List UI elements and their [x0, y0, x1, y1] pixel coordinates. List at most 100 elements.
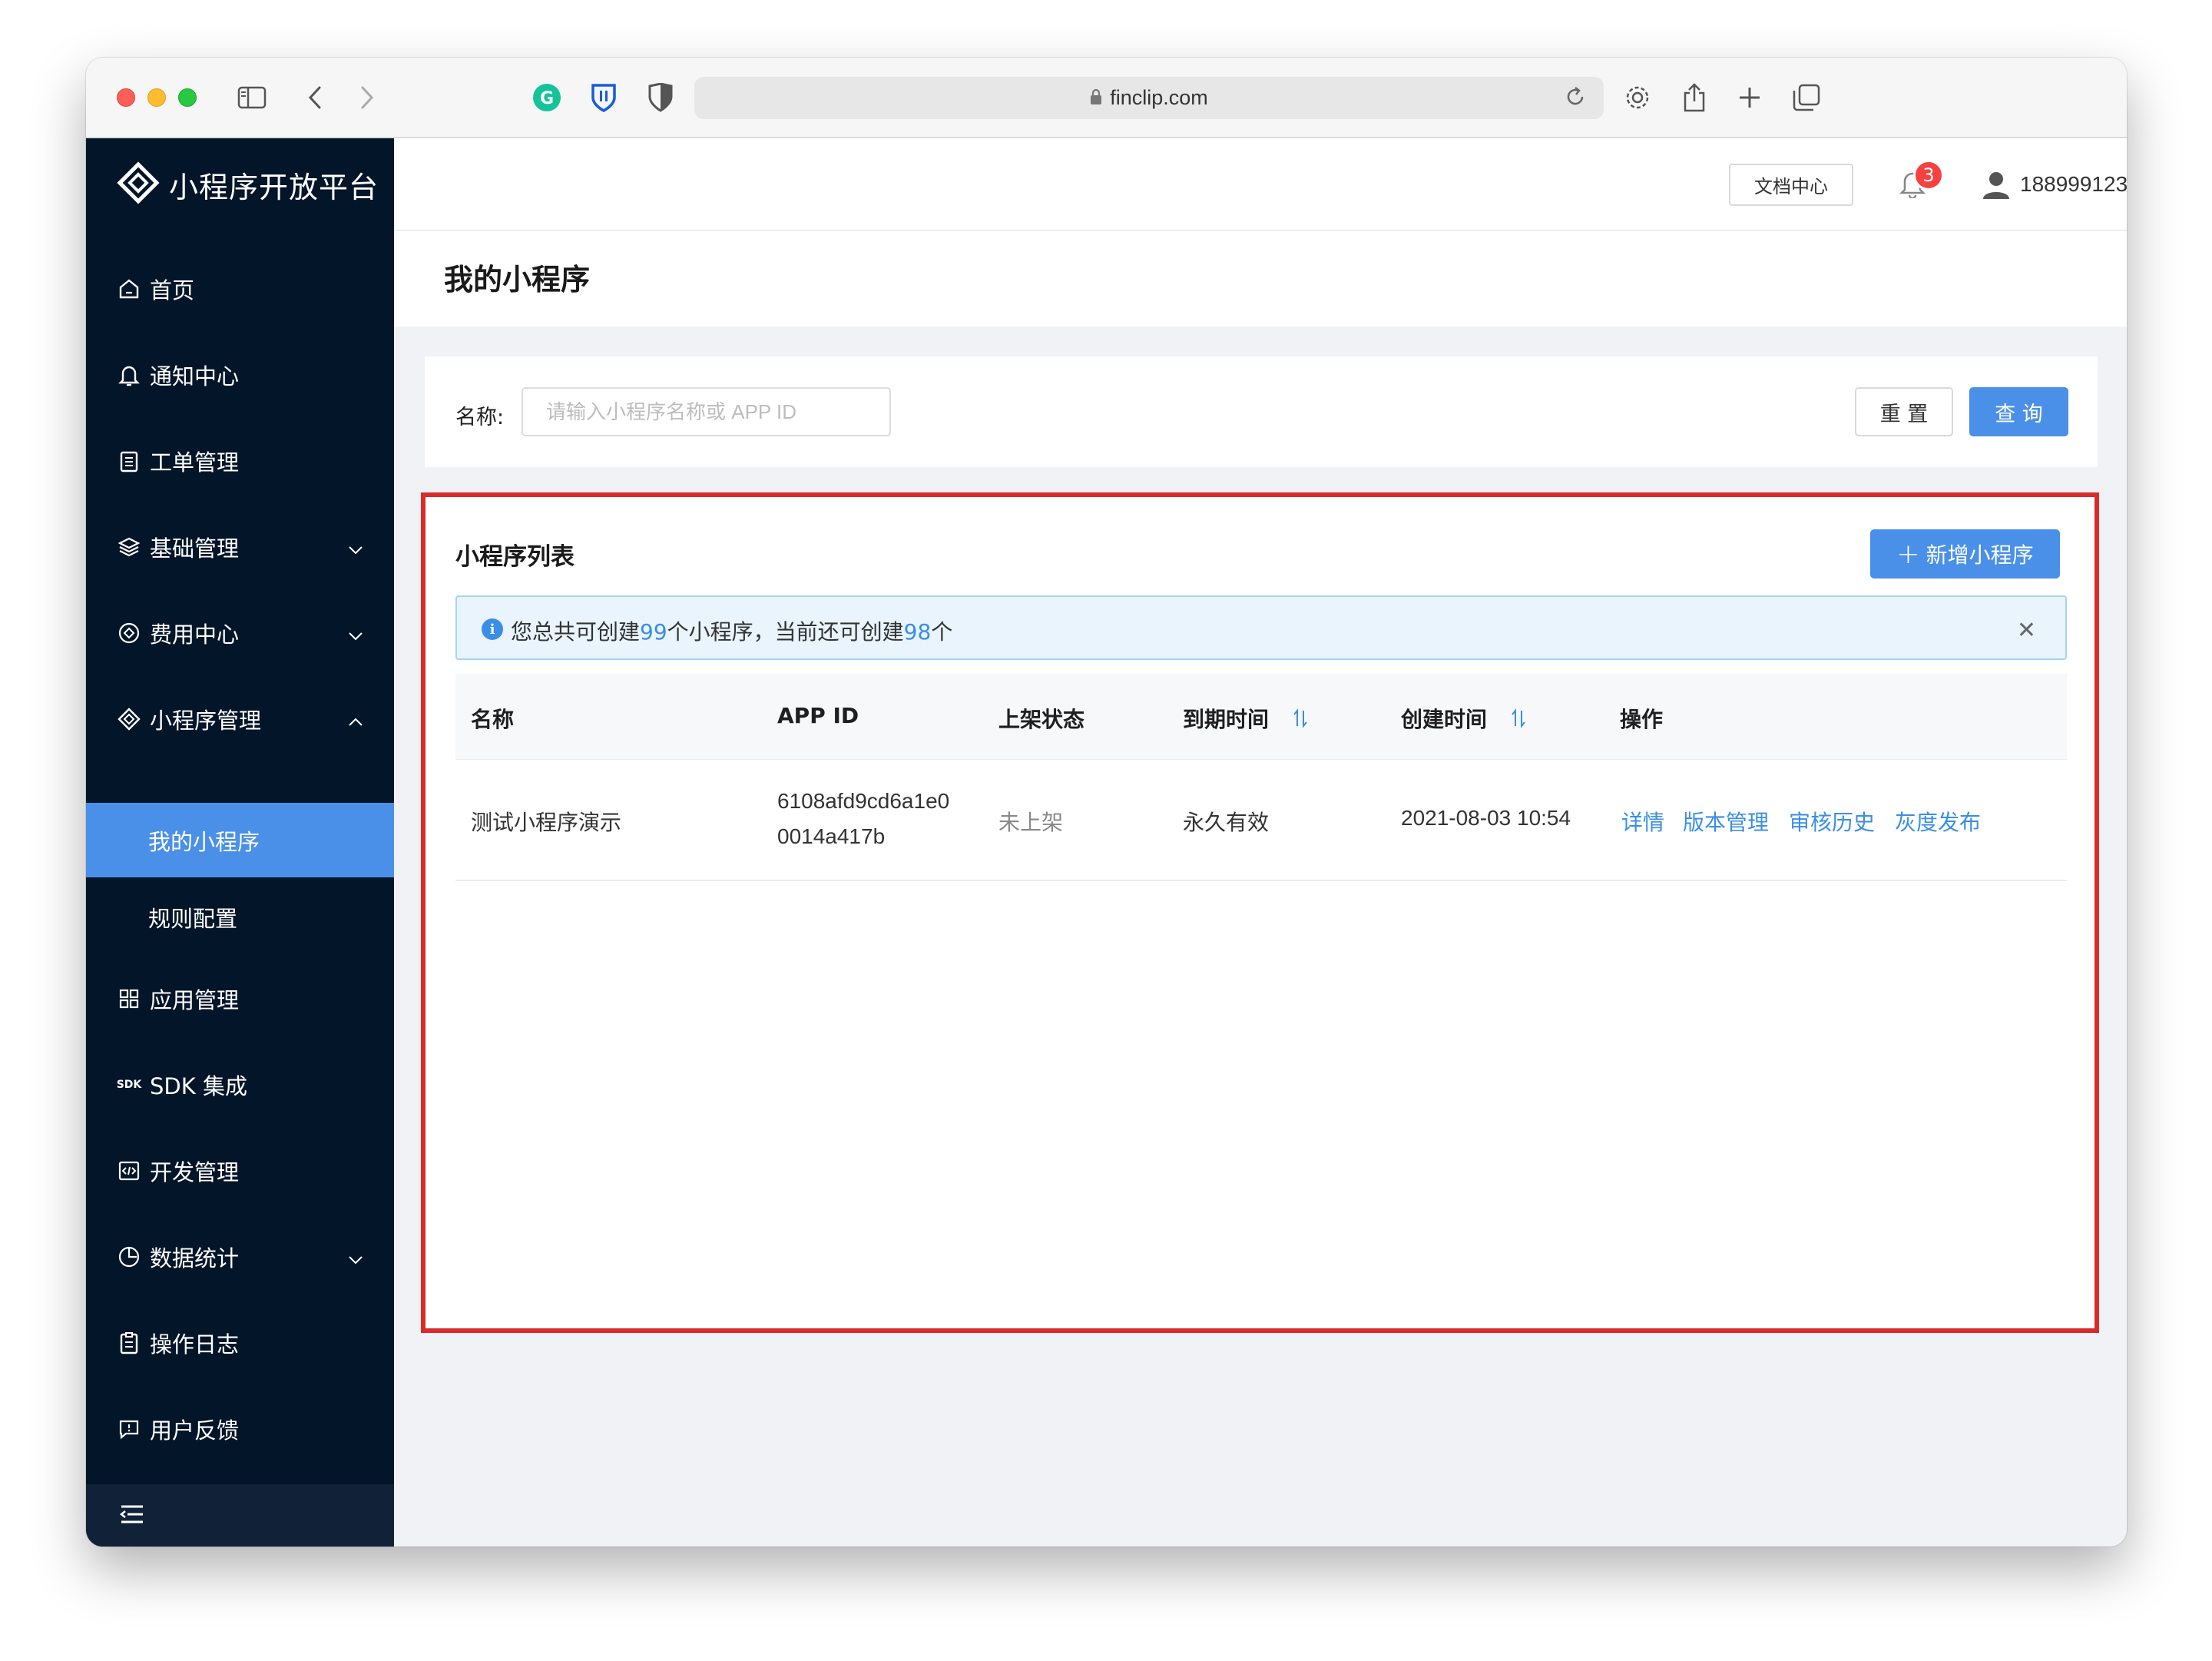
cell-app-id-line2: 0014a417b	[777, 824, 886, 848]
sidebar-item-notifications[interactable]: 通知中心	[86, 338, 394, 412]
sidebar-item-label: 小程序管理	[150, 708, 262, 734]
diamond-icon	[117, 707, 141, 731]
search-input[interactable]	[522, 387, 891, 436]
bitwarden-extension-icon[interactable]	[587, 81, 621, 114]
bell-icon	[117, 363, 141, 387]
user-phone-number[interactable]: 18899912345	[2020, 172, 2127, 197]
sort-icon[interactable]	[1292, 708, 1309, 734]
sidebar-item-label: 工单管理	[150, 449, 240, 476]
sidebar-item-label: 操作日志	[150, 1331, 240, 1358]
column-header-status: 上架状态	[998, 707, 1085, 732]
code-icon	[117, 1159, 141, 1183]
sort-icon[interactable]	[1510, 708, 1527, 734]
sidebar-item-label: 费用中心	[150, 622, 240, 648]
sidebar-item-label: 用户反馈	[150, 1417, 240, 1444]
sidebar-item-dev-management[interactable]: 开发管理	[86, 1134, 394, 1208]
quota-alert-text: 您总共可创建99个小程序，当前还可创建98个	[511, 615, 952, 646]
search-card: 名称: 重 置 查 询	[425, 356, 2098, 467]
sidebar-item-tickets[interactable]: 工单管理	[86, 424, 394, 498]
review-history-link[interactable]: 审核历史	[1789, 806, 1875, 837]
doc-center-button[interactable]: 文档中心	[1729, 164, 1853, 206]
table-header: 名称 APP ID 上架状态 到期时间 创建时间 操作	[455, 674, 2067, 760]
menu-collapse-icon[interactable]	[119, 1504, 144, 1528]
version-management-link[interactable]: 版本管理	[1683, 806, 1769, 837]
url-bar[interactable]: finclip.com	[694, 77, 1604, 119]
alert-remaining-count: 98	[903, 619, 932, 645]
add-miniprogram-button[interactable]: + 新增小程序	[1870, 529, 2060, 579]
logo-diamond-icon	[117, 161, 160, 207]
lock-icon	[1090, 88, 1102, 108]
close-icon[interactable]: ✕	[2017, 617, 2036, 644]
privacy-shield-icon[interactable]	[644, 81, 677, 114]
page-header: 我的小程序	[394, 231, 2127, 327]
browser-window: G finclip.com 小程序开放平台 首页 通知中心 工单管理 基础管理 …	[86, 58, 2127, 1547]
sidebar-item-app-management[interactable]: 应用管理	[86, 962, 394, 1036]
alert-middle: 个小程序，当前还可创建	[667, 619, 904, 645]
logo[interactable]: 小程序开放平台	[117, 161, 379, 207]
sidebar-item-miniprogram-management[interactable]: 小程序管理	[86, 682, 394, 756]
column-header-created-time[interactable]: 创建时间	[1401, 703, 1527, 734]
sidebar-item-label: 我的小程序	[148, 828, 260, 855]
minimize-window-button[interactable]	[147, 88, 166, 107]
back-arrow-icon[interactable]	[298, 81, 332, 114]
sidebar-item-operation-log[interactable]: 操作日志	[86, 1306, 394, 1380]
list-title: 小程序列表	[455, 543, 575, 571]
share-icon[interactable]	[1677, 81, 1711, 114]
grammarly-extension-icon[interactable]: G	[530, 81, 564, 114]
url-text: finclip.com	[1110, 86, 1208, 109]
sidebar-item-label: 规则配置	[148, 906, 238, 932]
notification-count-badge: 3	[1913, 160, 1944, 191]
user-avatar-icon[interactable]	[1982, 171, 2011, 203]
sidebar-item-rule-config[interactable]: 规则配置	[86, 880, 394, 954]
sidebar-item-feedback[interactable]: 用户反馈	[86, 1392, 394, 1466]
detail-link[interactable]: 详情	[1621, 806, 1664, 837]
expire-time-label: 到期时间	[1183, 707, 1270, 732]
add-miniprogram-label: 新增小程序	[1926, 542, 2034, 568]
sidebar-item-statistics[interactable]: 数据统计	[86, 1220, 394, 1294]
sidebar-item-my-miniprograms[interactable]: 我的小程序	[86, 803, 394, 877]
alert-suffix: 个	[931, 619, 953, 645]
reset-button[interactable]: 重 置	[1855, 387, 1953, 436]
zoom-window-button[interactable]	[178, 88, 197, 107]
column-header-actions: 操作	[1620, 707, 1664, 732]
sidebar-item-home[interactable]: 首页	[86, 252, 394, 326]
info-icon: i	[482, 618, 503, 640]
sidebar-toggle-icon[interactable]	[235, 81, 269, 114]
chevron-down-icon	[348, 1244, 363, 1270]
miniprogram-list-card: 小程序列表 + 新增小程序 i 您总共可创建99个小程序，当前还可创建98个 ✕…	[425, 496, 2098, 1330]
clipboard-icon	[117, 449, 141, 473]
grid-icon	[117, 986, 141, 1011]
sidebar-item-basic-management[interactable]: 基础管理	[86, 510, 394, 584]
column-header-app-id: APP ID	[777, 703, 859, 728]
svg-text:G: G	[540, 89, 554, 108]
logo-text: 小程序开放平台	[169, 170, 379, 204]
chevron-down-icon	[348, 534, 363, 560]
sidebar-item-label: SDK 集成	[150, 1073, 247, 1099]
cell-created-time: 2021-08-03 10:54	[1401, 806, 1571, 830]
table-row: 测试小程序演示 6108afd9cd6a1e0 0014a417b 未上架 永久…	[455, 760, 2067, 881]
sidebar: 小程序开放平台 首页 通知中心 工单管理 基础管理 费用中心 小程序管理 我的小…	[86, 138, 394, 1547]
sidebar-item-label: 开发管理	[150, 1159, 240, 1185]
settings-gear-icon[interactable]	[1621, 81, 1654, 114]
chevron-down-icon	[348, 620, 363, 646]
cell-expire-time: 永久有效	[1183, 810, 1270, 835]
forward-arrow-icon[interactable]	[350, 81, 384, 114]
reload-icon[interactable]	[1564, 85, 1587, 111]
tab-overview-icon[interactable]	[1790, 81, 1823, 114]
sidebar-item-billing[interactable]: 费用中心	[86, 596, 394, 670]
new-tab-plus-icon[interactable]	[1733, 81, 1767, 114]
close-window-button[interactable]	[117, 88, 135, 107]
sidebar-item-sdk[interactable]: SDK SDK 集成	[86, 1048, 394, 1122]
cell-name: 测试小程序演示	[471, 810, 622, 835]
created-time-label: 创建时间	[1401, 707, 1488, 732]
sidebar-item-label: 数据统计	[150, 1245, 240, 1271]
query-button[interactable]: 查 询	[1969, 387, 2068, 436]
cell-app-id-line1: 6108afd9cd6a1e0	[777, 789, 950, 813]
gray-release-link[interactable]: 灰度发布	[1895, 806, 1981, 837]
pie-chart-icon	[117, 1245, 141, 1269]
column-header-name: 名称	[471, 707, 515, 732]
alert-prefix: 您总共可创建	[511, 619, 641, 645]
quota-alert: i 您总共可创建99个小程序，当前还可创建98个 ✕	[455, 595, 2067, 660]
sidebar-item-label: 应用管理	[150, 987, 240, 1013]
column-header-expire-time[interactable]: 到期时间	[1183, 703, 1309, 734]
